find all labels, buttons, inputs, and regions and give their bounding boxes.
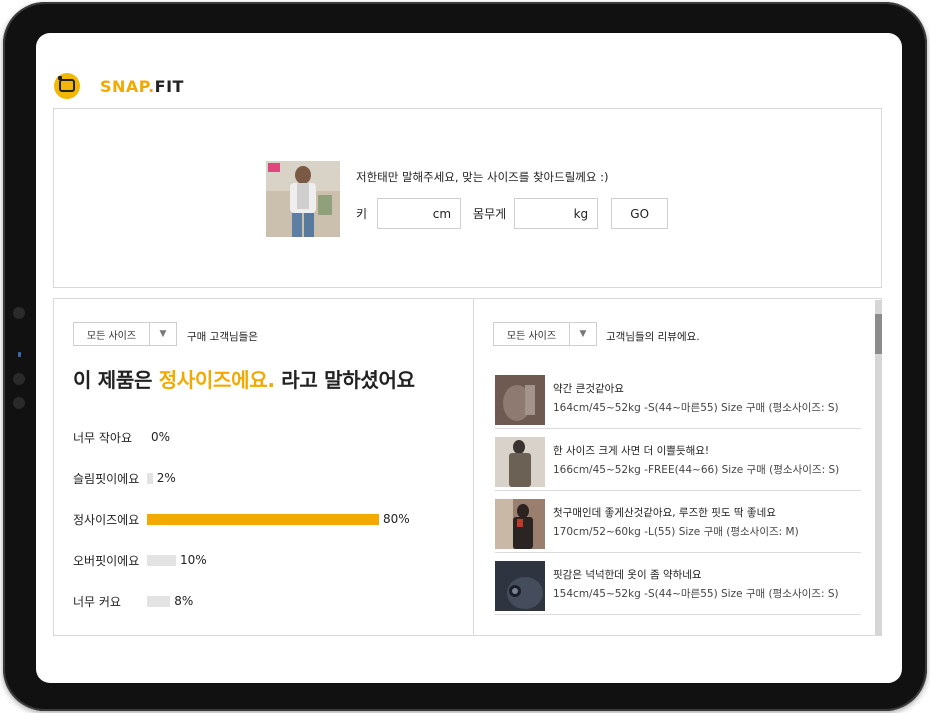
review-photo: [495, 499, 545, 549]
review-scrollbar[interactable]: [875, 300, 882, 635]
weight-label: 몸무게: [473, 207, 507, 221]
fit-bar-percent: 80%: [383, 512, 410, 526]
product-thumbnail: [266, 161, 340, 237]
review-title: 한 사이즈 크게 사면 더 이쁠듯해요!: [553, 445, 710, 457]
review-title: 핏감은 넉넉한데 옷이 좀 약하네요: [553, 569, 702, 581]
survey-size-select[interactable]: 모든 사이즈 ▼: [73, 322, 177, 346]
fit-bar-percent: 8%: [174, 594, 194, 608]
fit-bar-fill: [147, 595, 171, 607]
fit-bar-percent: 2%: [156, 471, 176, 485]
chevron-down-icon: ▼: [159, 329, 167, 339]
brand-name: SNAP.FIT: [100, 77, 184, 96]
review-title: 약간 큰것같아요: [553, 383, 624, 395]
tablet-frame: SNAP.FIT 저한태만 말해주세요, 맞는 사이즈를 찾아드릴께요 :) 키…: [3, 2, 927, 711]
review-size-select-value: 모든 사이즈: [494, 323, 570, 345]
headline-prefix: 이 제품은: [73, 368, 159, 392]
list-item[interactable]: 한 사이즈 크게 사면 더 이쁠듯해요! 166cm/45~52kg -FREE…: [495, 429, 861, 491]
sensor-dot: [18, 352, 21, 357]
form-row: 키 cm 몸무게 kg GO: [356, 198, 669, 229]
weight-input[interactable]: kg: [514, 198, 599, 229]
fit-bar-label: 너무 커요: [73, 594, 121, 609]
review-meta: 164cm/45~52kg -S(44~마른55) Size 구매 (평소사이즈…: [553, 402, 839, 414]
fit-bar-percent: 0%: [151, 430, 171, 444]
side-button: [13, 397, 25, 409]
weight-unit: kg: [573, 206, 589, 221]
feedback-panel: 모든 사이즈 ▼ 구매 고객님들은 이 제품은 정사이즈에요. 라고 말하셨어요…: [53, 298, 882, 636]
review-caption: 고객님들의 리뷰에요.: [606, 331, 700, 343]
side-button: [13, 373, 25, 385]
screen: SNAP.FIT 저한태만 말해주세요, 맞는 사이즈를 찾아드릴께요 :) 키…: [36, 33, 902, 683]
height-unit: cm: [432, 206, 452, 221]
list-item[interactable]: 핏감은 넉넉한데 옷이 좀 약하네요 154cm/45~52kg -S(44~마…: [495, 553, 861, 615]
survey-headline: 이 제품은 정사이즈에요. 라고 말하셨어요: [73, 364, 415, 393]
headline-highlight: 정사이즈에요.: [158, 368, 275, 392]
height-label: 키: [356, 207, 368, 221]
review-photo: [495, 437, 545, 487]
list-item[interactable]: 약간 큰것같아요 164cm/45~52kg -S(44~마른55) Size …: [495, 367, 861, 429]
review-size-select[interactable]: 모든 사이즈 ▼: [493, 322, 597, 346]
fit-bar: [147, 472, 153, 484]
headline-suffix: 라고 말하셨어요: [274, 368, 415, 392]
height-input[interactable]: cm: [377, 198, 462, 229]
fit-bar-fill: [147, 554, 176, 566]
fit-bar-label: 오버핏이에요: [73, 553, 140, 568]
brand-fit: FIT: [154, 76, 184, 96]
panel-divider: [473, 299, 474, 635]
review-meta: 170cm/52~60kg -L(55) Size 구매 (평소사이즈: M): [553, 526, 799, 538]
fit-bar: [147, 595, 171, 607]
fit-bar-label: 정사이즈에요: [73, 512, 140, 527]
size-form: 저한태만 말해주세요, 맞는 사이즈를 찾아드릴께요 :) 키 cm 몸무게 k…: [356, 169, 669, 229]
review-list: 약간 큰것같아요 164cm/45~52kg -S(44~마른55) Size …: [495, 367, 861, 615]
review-meta: 154cm/45~52kg -S(44~마른55) Size 구매 (평소사이즈…: [553, 588, 839, 600]
review-meta: 166cm/45~52kg -FREE(44~66) Size 구매 (평소사이…: [553, 464, 840, 476]
camera-dot: [13, 307, 25, 319]
form-prompt: 저한태만 말해주세요, 맞는 사이즈를 찾아드릴께요 :): [356, 170, 609, 184]
go-button[interactable]: GO: [611, 198, 669, 229]
survey-size-select-value: 모든 사이즈: [74, 323, 150, 345]
fit-bar-percent: 10%: [180, 553, 207, 567]
brand[interactable]: SNAP.FIT: [54, 73, 184, 99]
survey-caption: 구매 고객님들은: [187, 331, 258, 343]
review-photo: [495, 375, 545, 425]
list-item[interactable]: 첫구매인데 좋게산것같아요, 루즈한 핏도 딱 좋네요 170cm/52~60k…: [495, 491, 861, 553]
review-title: 첫구매인데 좋게산것같아요, 루즈한 핏도 딱 좋네요: [553, 507, 776, 519]
brand-snap: SNAP.: [100, 76, 155, 96]
size-finder-panel: 저한태만 말해주세요, 맞는 사이즈를 찾아드릴께요 :) 키 cm 몸무게 k…: [53, 108, 882, 288]
fit-bar: [147, 554, 176, 566]
review-photo: [495, 561, 545, 611]
brand-logo-icon: [54, 73, 80, 99]
fit-bar: [147, 513, 379, 525]
fit-bar-label: 슬림핏이에요: [73, 471, 140, 486]
fit-bar-label: 너무 작아요: [73, 430, 133, 445]
fit-bar-fill: [147, 513, 379, 525]
fit-bar-fill: [147, 472, 153, 484]
scrollbar-thumb[interactable]: [875, 314, 882, 354]
chevron-down-icon: ▼: [579, 329, 587, 339]
